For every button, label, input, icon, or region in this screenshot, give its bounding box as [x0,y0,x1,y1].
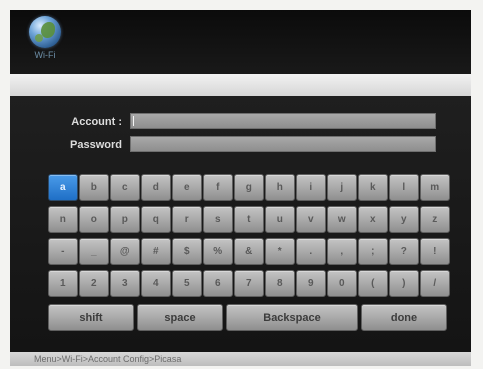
key-3-2[interactable]: 3 [110,270,140,297]
account-config-panel: Account : Password abcdefghijklm nopqrstu… [10,96,471,352]
key-2-12[interactable]: ! [420,238,450,265]
key-2-4[interactable]: $ [172,238,202,265]
key-1-0[interactable]: n [48,206,78,233]
password-label: Password [70,139,122,151]
logo-label: Wi-Fi [34,50,56,60]
key-0-4[interactable]: e [172,174,202,201]
key-1-6[interactable]: t [234,206,264,233]
key-0-1[interactable]: b [79,174,109,201]
key-1-4[interactable]: r [172,206,202,233]
key-0-7[interactable]: h [265,174,295,201]
key-3-7[interactable]: 8 [265,270,295,297]
space-key[interactable]: space [137,304,223,331]
key-3-6[interactable]: 7 [234,270,264,297]
key-0-5[interactable]: f [203,174,233,201]
password-field[interactable] [130,136,436,152]
key-0-11[interactable]: l [389,174,419,201]
key-2-8[interactable]: . [296,238,326,265]
key-1-9[interactable]: w [327,206,357,233]
key-0-8[interactable]: i [296,174,326,201]
key-2-6[interactable]: & [234,238,264,265]
text-caret [133,116,134,126]
key-2-1[interactable]: _ [79,238,109,265]
key-1-5[interactable]: s [203,206,233,233]
key-1-12[interactable]: z [420,206,450,233]
key-0-10[interactable]: k [358,174,388,201]
top-bar: Wi-Fi [10,10,471,74]
done-key[interactable]: done [361,304,447,331]
key-0-0[interactable]: a [48,174,78,201]
key-1-7[interactable]: u [265,206,295,233]
key-1-10[interactable]: x [358,206,388,233]
key-3-10[interactable]: ( [358,270,388,297]
key-0-12[interactable]: m [420,174,450,201]
key-1-3[interactable]: q [141,206,171,233]
account-label: Account : [71,116,122,128]
backspace-key[interactable]: Backspace [226,304,358,331]
key-3-9[interactable]: 0 [327,270,357,297]
key-2-2[interactable]: @ [110,238,140,265]
shift-key[interactable]: shift [48,304,134,331]
key-1-8[interactable]: v [296,206,326,233]
key-0-2[interactable]: c [110,174,140,201]
account-field[interactable] [130,113,436,129]
key-1-11[interactable]: y [389,206,419,233]
key-2-0[interactable]: - [48,238,78,265]
key-2-9[interactable]: , [327,238,357,265]
globe-icon [29,16,61,48]
wifi-logo: Wi-Fi [26,16,64,64]
key-2-7[interactable]: * [265,238,295,265]
key-0-3[interactable]: d [141,174,171,201]
key-0-6[interactable]: g [234,174,264,201]
key-3-0[interactable]: 1 [48,270,78,297]
key-3-4[interactable]: 5 [172,270,202,297]
key-1-2[interactable]: p [110,206,140,233]
key-1-1[interactable]: o [79,206,109,233]
key-3-12[interactable]: / [420,270,450,297]
key-3-5[interactable]: 6 [203,270,233,297]
screen: Wi-Fi Account : Password abcdefghijklm no… [10,10,471,366]
key-3-1[interactable]: 2 [79,270,109,297]
key-2-3[interactable]: # [141,238,171,265]
key-2-10[interactable]: ; [358,238,388,265]
breadcrumb: Menu>Wi-Fi>Account Config>Picasa [10,352,471,366]
key-3-11[interactable]: ) [389,270,419,297]
key-0-9[interactable]: j [327,174,357,201]
key-3-3[interactable]: 4 [141,270,171,297]
key-3-8[interactable]: 9 [296,270,326,297]
key-2-5[interactable]: % [203,238,233,265]
key-2-11[interactable]: ? [389,238,419,265]
header-divider [10,74,471,96]
